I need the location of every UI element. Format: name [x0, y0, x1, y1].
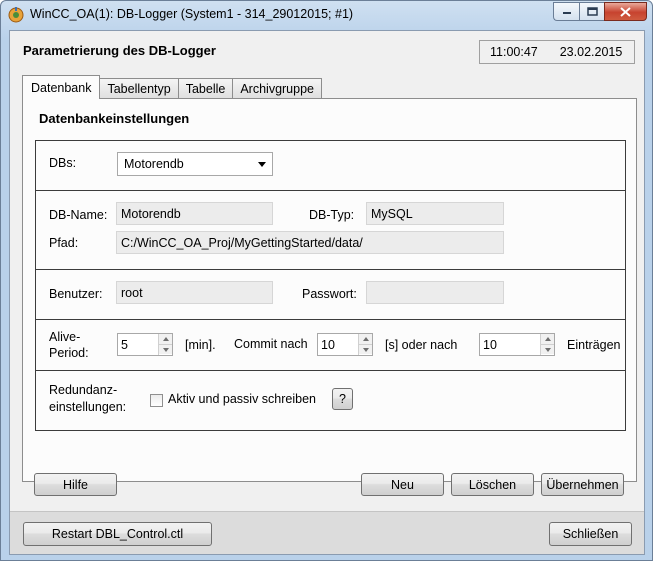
- dialog-client-area: Parametrierung des DB-Logger 11:00:47 23…: [9, 30, 645, 555]
- commit-unit: [s] oder nach: [385, 338, 458, 352]
- spin-down-icon[interactable]: [541, 344, 554, 354]
- chevron-down-icon: [258, 162, 266, 167]
- redundancy-label-line2: einstellungen:: [49, 400, 127, 414]
- tab-bar: Datenbank Tabellentyp Tabelle Archivgrup…: [22, 75, 322, 99]
- path-label: Pfad:: [49, 236, 79, 250]
- dbs-select[interactable]: Motorendb: [117, 152, 273, 176]
- db-name-label: DB-Name:: [49, 208, 108, 222]
- page-title: Parametrierung des DB-Logger: [23, 43, 216, 58]
- datenbank-tab-panel: Datenbankeinstellungen DBs: Motorendb DB…: [22, 98, 637, 482]
- maximize-button[interactable]: [579, 2, 604, 21]
- path-field: C:/WinCC_OA_Proj/MyGettingStarted/data/: [116, 231, 504, 254]
- commit-label: Commit nach: [234, 337, 308, 351]
- spin-down-icon[interactable]: [159, 344, 172, 354]
- close-icon: [620, 6, 631, 17]
- active-passive-label[interactable]: Aktiv und passiv schreiben: [168, 392, 316, 406]
- maximize-icon: [586, 7, 598, 16]
- user-value: root: [121, 285, 143, 300]
- entries-spin-buttons: [540, 334, 554, 355]
- tab-tabellentyp[interactable]: Tabellentyp: [99, 78, 179, 99]
- db-name-value: Motorendb: [121, 206, 181, 221]
- db-type-value: MySQL: [371, 206, 413, 221]
- credentials-group: Benutzer: root Passwort:: [35, 269, 626, 320]
- commit-seconds-value: 10: [321, 337, 335, 352]
- db-type-label: DB-Typ:: [309, 208, 355, 222]
- clock-display: 11:00:47 23.02.2015: [479, 40, 635, 64]
- active-passive-checkbox[interactable]: [150, 394, 163, 407]
- bottom-bar: Restart DBL_Control.ctl Schließen: [10, 511, 644, 554]
- new-button[interactable]: Neu: [361, 473, 444, 496]
- password-label: Passwort:: [302, 287, 357, 301]
- minimize-icon: [562, 11, 571, 14]
- redundancy-help-button[interactable]: ?: [332, 388, 353, 410]
- db-info-group: DB-Name: Motorendb DB-Typ: MySQL Pfad: C…: [35, 190, 626, 270]
- alive-period-group: Alive- Period: 5 [min]. Commit nach 10 […: [35, 319, 626, 371]
- redundancy-label-line1: Redundanz-: [49, 383, 118, 397]
- db-name-field: Motorendb: [116, 202, 273, 225]
- dbs-label: DBs:: [49, 156, 77, 170]
- tab-tabelle[interactable]: Tabelle: [177, 78, 234, 99]
- commit-spin-buttons: [358, 334, 372, 355]
- help-button[interactable]: Hilfe: [34, 473, 117, 496]
- clock-date: 23.02.2015: [559, 45, 623, 59]
- alive-period-stepper[interactable]: 5: [117, 333, 173, 356]
- restart-dbl-control-button[interactable]: Restart DBL_Control.ctl: [23, 522, 212, 546]
- commit-entries-stepper[interactable]: 10: [479, 333, 555, 356]
- minimize-button[interactable]: [553, 2, 579, 21]
- password-field: [366, 281, 504, 304]
- apply-button[interactable]: Übernehmen: [541, 473, 624, 496]
- dbs-group: DBs: Motorendb: [35, 140, 626, 191]
- tab-datenbank[interactable]: Datenbank: [22, 75, 101, 99]
- dbs-selected-value: Motorendb: [124, 157, 184, 171]
- close-button[interactable]: Schließen: [549, 522, 632, 546]
- window-title: WinCC_OA(1): DB-Logger (System1 - 314_29…: [30, 7, 354, 21]
- commit-seconds-stepper[interactable]: 10: [317, 333, 373, 356]
- wincc-app-icon: [8, 7, 24, 23]
- title-bar[interactable]: WinCC_OA(1): DB-Logger (System1 - 314_29…: [1, 1, 652, 29]
- alive-label-line1: Alive-: [49, 330, 81, 344]
- spin-up-icon[interactable]: [159, 334, 172, 344]
- redundancy-group: Redundanz- einstellungen: Aktiv und pass…: [35, 370, 626, 431]
- path-value: C:/WinCC_OA_Proj/MyGettingStarted/data/: [121, 235, 363, 250]
- alive-period-value: 5: [121, 337, 128, 352]
- caption-buttons: [553, 2, 647, 21]
- section-title: Datenbankeinstellungen: [39, 111, 190, 126]
- clock-time: 11:00:47: [490, 45, 538, 59]
- dialog-window: WinCC_OA(1): DB-Logger (System1 - 314_29…: [0, 0, 653, 561]
- delete-button[interactable]: Löschen: [451, 473, 534, 496]
- alive-spin-buttons: [158, 334, 172, 355]
- commit-entries-value: 10: [483, 337, 497, 352]
- user-field: root: [116, 281, 273, 304]
- entries-unit: Einträgen: [567, 338, 621, 352]
- db-type-field: MySQL: [366, 202, 504, 225]
- close-window-button[interactable]: [604, 2, 647, 21]
- alive-unit: [min].: [185, 338, 216, 352]
- spin-up-icon[interactable]: [359, 334, 372, 344]
- spin-up-icon[interactable]: [541, 334, 554, 344]
- tab-archivgruppe[interactable]: Archivgruppe: [232, 78, 322, 99]
- alive-label-line2: Period:: [49, 346, 89, 360]
- spin-down-icon[interactable]: [359, 344, 372, 354]
- user-label: Benutzer:: [49, 287, 103, 301]
